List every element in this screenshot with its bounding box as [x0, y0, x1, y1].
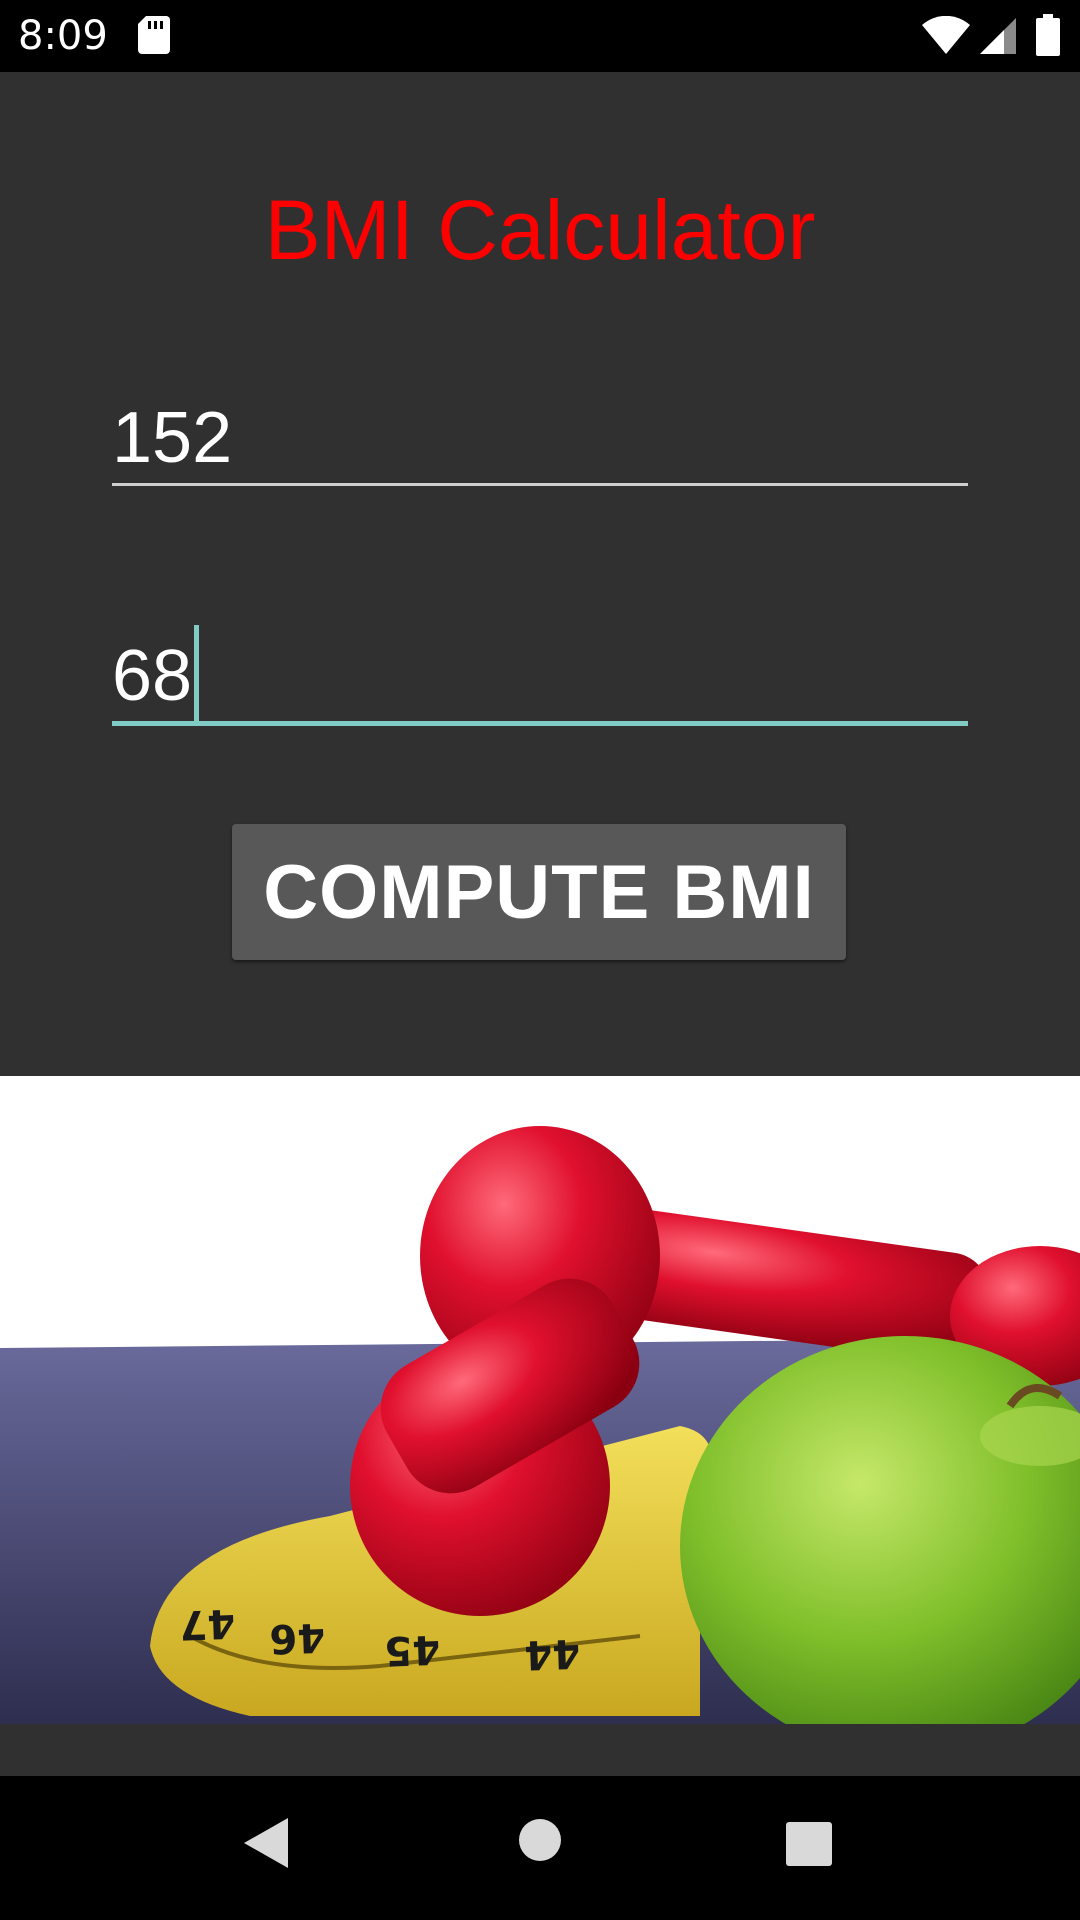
app-title: BMI Calculator	[264, 183, 816, 277]
bmi-app: BMI Calculator 152 68 COMPUTE BMI	[0, 72, 1080, 1074]
home-icon[interactable]	[518, 1818, 562, 1862]
svg-text:46: 46	[269, 1614, 326, 1662]
status-time: 8:09	[18, 13, 108, 59]
battery-icon	[1036, 14, 1060, 56]
height-input-value[interactable]: 152	[112, 390, 232, 486]
height-input-underline	[112, 483, 968, 486]
status-bar: 8:09	[0, 0, 1080, 72]
svg-text:47: 47	[179, 1600, 236, 1648]
recents-icon[interactable]	[786, 1822, 832, 1866]
weight-input-underline	[112, 721, 968, 726]
sd-card-icon	[138, 16, 170, 54]
weight-input-text[interactable]: 68	[112, 624, 200, 731]
dumbbells-apple-measuring-tape-image: 47 46 45 44	[0, 1076, 1080, 1724]
fitness-image: 47 46 45 44	[0, 1076, 1080, 1724]
height-input[interactable]: 152	[112, 390, 968, 486]
svg-text:45: 45	[384, 1626, 441, 1674]
text-cursor	[194, 624, 200, 725]
bottom-spacer	[0, 1724, 1080, 1776]
svg-text:44: 44	[524, 1630, 581, 1678]
weight-input-value[interactable]: 68	[112, 636, 192, 716]
navigation-bar	[0, 1776, 1080, 1920]
back-icon[interactable]	[244, 1818, 288, 1868]
weight-input[interactable]: 68	[112, 622, 968, 726]
wifi-icon	[922, 16, 970, 54]
signal-icon	[980, 18, 1016, 54]
compute-bmi-button[interactable]: COMPUTE BMI	[232, 824, 846, 960]
